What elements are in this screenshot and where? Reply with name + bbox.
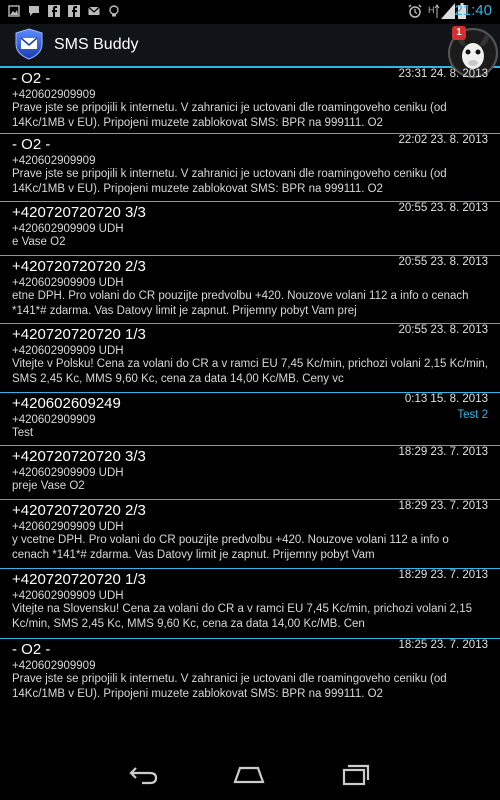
message-body: etne DPH. Pro volani do CR pouzijte pred… — [12, 290, 469, 317]
message-body: Test — [12, 427, 34, 439]
message-number: +420602909909 UDH — [12, 223, 124, 235]
message-item[interactable]: +420602609249 0:13 15. 8. 2013 Test 2 +4… — [0, 393, 500, 446]
message-notification-icon — [29, 6, 39, 16]
message-item[interactable]: +420720720720 2/3 20:55 23. 8. 2013 +420… — [0, 256, 500, 324]
message-date: 18:29 23. 7. 2013 — [398, 569, 488, 581]
hspa-data-icon: H — [428, 4, 440, 18]
message-number: +420602909909 UDH — [12, 590, 124, 602]
message-body: Vitejte na Slovensku! Cena za volani do … — [12, 603, 473, 630]
alarm-icon — [408, 4, 422, 18]
message-item[interactable]: - O2 - 18:25 23. 7. 2013 +420602909909 P… — [0, 639, 500, 709]
message-number: +420602909909 — [12, 89, 96, 101]
message-date: 20:55 23. 8. 2013 — [398, 256, 488, 268]
message-body: Prave jste se pripojili k internetu. V z… — [12, 673, 447, 700]
message-number: +420602909909 UDH — [12, 345, 124, 357]
status-bar: H 21:40 — [0, 0, 500, 24]
message-body: Prave jste se pripojili k internetu. V z… — [12, 102, 447, 129]
svg-text:H: H — [428, 5, 435, 15]
signal-strength-icon — [441, 3, 455, 19]
message-body: Vitejte v Polsku! Cena za volani do CR a… — [12, 358, 488, 385]
message-date: 20:55 23. 8. 2013 — [398, 324, 488, 336]
email-notification-icon — [88, 6, 100, 15]
message-item[interactable]: +420720720720 1/3 20:55 23. 8. 2013 +420… — [0, 324, 500, 393]
message-item[interactable]: +420720720720 2/3 18:29 23. 7. 2013 +420… — [0, 500, 500, 569]
message-number: +420602909909 UDH — [12, 467, 124, 479]
message-item[interactable]: +420720720720 3/3 18:29 23. 7. 2013 +420… — [0, 446, 500, 500]
message-date: 18:29 23. 7. 2013 — [398, 500, 488, 512]
message-date: 18:29 23. 7. 2013 — [398, 446, 488, 458]
clock: 21:40 — [454, 2, 492, 19]
message-body: preje Vase O2 — [12, 480, 85, 492]
message-number: +420602909909 — [12, 155, 96, 167]
navigation-bar — [0, 750, 500, 800]
message-list[interactable]: - O2 - 23:31 24. 8. 2013 +420602909909 P… — [0, 68, 500, 750]
recent-apps-icon[interactable] — [340, 762, 372, 786]
message-body: Prave jste se pripojili k internetu. V z… — [12, 168, 447, 195]
facebook-icon — [48, 5, 60, 17]
message-date: 0:13 15. 8. 2013 — [404, 393, 488, 405]
message-date: 18:25 23. 7. 2013 — [398, 639, 488, 651]
back-icon[interactable] — [128, 762, 160, 786]
message-date: 22:02 23. 8. 2013 — [398, 134, 488, 146]
message-body: y vcetne DPH. Pro volani do CR pouzijte … — [12, 534, 449, 561]
message-date: 20:55 23. 8. 2013 — [398, 202, 488, 214]
home-icon[interactable] — [233, 762, 265, 786]
message-number: +420602909909 — [12, 660, 96, 672]
app-title: SMS Buddy — [54, 36, 139, 53]
image-notification-icon — [8, 5, 20, 17]
message-item[interactable]: +420720720720 3/3 20:55 23. 8. 2013 +420… — [0, 202, 500, 256]
message-item[interactable]: - O2 - 22:02 23. 8. 2013 +420602909909 P… — [0, 134, 500, 202]
lightbulb-icon — [109, 5, 119, 17]
notification-badge: 1 — [452, 26, 466, 40]
message-number: +420602909909 UDH — [12, 521, 124, 533]
message-item[interactable]: - O2 - 23:31 24. 8. 2013 +420602909909 P… — [0, 68, 500, 134]
action-bar: SMS Buddy 1 — [0, 24, 500, 78]
facebook-icon — [68, 5, 80, 17]
message-date: 23:31 24. 8. 2013 — [398, 68, 488, 80]
message-number: +420602909909 UDH — [12, 277, 124, 289]
message-number: +420602909909 — [12, 414, 96, 426]
message-item[interactable]: +420720720720 1/3 18:29 23. 7. 2013 +420… — [0, 569, 500, 639]
message-body: e Vase O2 — [12, 236, 66, 248]
app-logo-icon[interactable] — [14, 28, 44, 60]
message-tag: Test 2 — [457, 409, 488, 421]
